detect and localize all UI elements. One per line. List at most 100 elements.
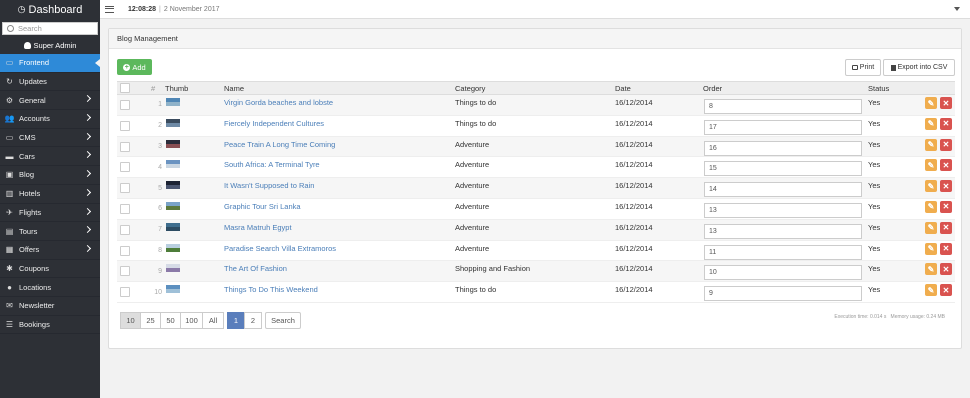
row-name-link[interactable]: Masra Matruh Egypt [224,223,292,232]
delete-icon[interactable]: ✕ [940,97,952,109]
dashboard-link[interactable]: ◷ Dashboard [0,0,100,19]
row-checkbox[interactable] [120,266,130,277]
print-button[interactable]: Print [845,59,881,76]
sidebar-item-accounts[interactable]: 👥 Accounts [0,110,100,129]
page-size-50[interactable]: 50 [160,312,181,329]
header-name[interactable]: Name [224,84,244,93]
row-thumbnail[interactable] [166,222,180,231]
header-order[interactable]: Order [703,84,722,93]
sidebar-search-input[interactable]: Search [2,22,98,35]
row-name-link[interactable]: Things To Do This Weekend [224,285,318,294]
sidebar-item-blog[interactable]: ▣ Blog [0,166,100,185]
delete-icon[interactable]: ✕ [940,284,952,297]
edit-icon[interactable]: ✎ [925,221,937,234]
sidebar-item-cars[interactable]: ▬ Cars [0,147,100,167]
header-category[interactable]: Category [455,84,485,93]
delete-icon[interactable]: ✕ [940,138,952,151]
row-thumbnail[interactable] [166,264,180,273]
row-name-link[interactable]: The Art Of Fashion [224,264,287,273]
search-button[interactable]: Search [265,312,301,329]
sidebar-item-hotels[interactable]: ▥ Hotels [0,185,100,204]
order-input[interactable]: 16 [704,140,862,156]
sidebar-item-tours[interactable]: ▤ Tours [0,222,100,241]
order-input[interactable]: 13 [704,202,862,218]
order-input[interactable]: 9 [704,286,862,302]
row-thumbnail[interactable] [166,139,180,148]
delete-icon[interactable]: ✕ [940,221,952,234]
page-size-100[interactable]: 100 [180,312,203,329]
page-size-all[interactable]: All [202,312,224,329]
row-thumbnail[interactable] [166,285,180,294]
row-checkbox[interactable] [120,203,130,214]
edit-icon[interactable]: ✎ [925,263,937,276]
row-thumbnail[interactable] [166,118,180,127]
page-1[interactable]: 1 [227,312,245,329]
sidebar-item-coupons[interactable]: ✱ Coupons [0,260,100,279]
sidebar-item-cms[interactable]: ▭ CMS [0,129,100,148]
row-name-link[interactable]: Virgin Gorda beaches and lobste [224,98,333,107]
sidebar-item-flights[interactable]: ✈ Flights [0,204,100,223]
row-name-link[interactable]: It Wasn't Supposed to Rain [224,181,314,190]
sidebar-item-locations[interactable]: ● Locations [0,278,100,297]
export-csv-button[interactable]: Export into CSV [883,59,955,76]
edit-icon[interactable]: ✎ [925,117,937,130]
row-checkbox[interactable] [120,141,130,152]
row-name-link[interactable]: South Africa: A Terminal Tyre [224,160,320,169]
page-size-10[interactable]: 10 [120,312,141,329]
row-name-link[interactable]: Peace Train A Long Time Coming [224,140,335,149]
edit-icon[interactable]: ✎ [925,284,937,297]
user-profile[interactable]: Super Admin [0,36,100,54]
sidebar-item-bookings[interactable]: ☰ Bookings [0,316,100,335]
row-checkbox[interactable] [120,245,130,256]
row-thumbnail[interactable] [166,160,180,169]
page-size-25[interactable]: 25 [140,312,161,329]
order-input[interactable]: 8 [704,99,862,114]
row-name-link[interactable]: Paradise Search Villa Extramoros [224,244,336,253]
order-input[interactable]: 17 [704,119,862,135]
sidebar-item-label: Tours [19,226,38,236]
order-input[interactable]: 10 [704,265,862,281]
row-checkbox[interactable] [120,162,130,173]
delete-icon[interactable]: ✕ [940,159,952,172]
sidebar-item-label: Offers [19,245,40,255]
select-all-checkbox[interactable] [120,83,130,93]
edit-icon[interactable]: ✎ [925,180,937,193]
row-name-link[interactable]: Graphic Tour Sri Lanka [224,202,301,211]
order-input[interactable]: 14 [704,182,862,198]
order-input[interactable]: 13 [704,223,862,239]
edit-icon[interactable]: ✎ [925,138,937,151]
sidebar-item-updates[interactable]: ↻ Updates [0,73,100,92]
chevron-down-icon[interactable] [954,7,960,11]
row-thumbnail[interactable] [166,243,180,252]
row-checkbox[interactable] [120,183,130,194]
order-input[interactable]: 15 [704,161,862,177]
row-thumbnail[interactable] [166,98,180,106]
row-checkbox[interactable] [120,100,130,110]
delete-icon[interactable]: ✕ [940,263,952,276]
edit-icon[interactable]: ✎ [925,159,937,172]
refresh-icon: ↻ [6,77,13,87]
page-2[interactable]: 2 [244,312,262,329]
row-thumbnail[interactable] [166,201,180,210]
sidebar-item-frontend[interactable]: ▭ Frontend [0,54,100,73]
sidebar-item-general[interactable]: ⚙ General [0,91,100,111]
header-status[interactable]: Status [868,84,889,93]
add-button[interactable]: + Add [117,59,152,75]
order-input[interactable]: 11 [704,244,862,260]
row-checkbox[interactable] [120,120,130,131]
row-checkbox[interactable] [120,287,130,298]
row-name-link[interactable]: Fiercely Independent Cultures [224,119,324,128]
delete-icon[interactable]: ✕ [940,200,952,213]
menu-toggle-icon[interactable] [105,5,114,13]
sidebar-item-offers[interactable]: ▦ Offers [0,241,100,260]
edit-icon[interactable]: ✎ [925,200,937,213]
sidebar-item-newsletter[interactable]: ✉ Newsletter [0,297,100,316]
row-checkbox[interactable] [120,224,130,235]
delete-icon[interactable]: ✕ [940,180,952,193]
delete-icon[interactable]: ✕ [940,242,952,255]
row-thumbnail[interactable] [166,181,180,190]
delete-icon[interactable]: ✕ [940,117,952,130]
edit-icon[interactable]: ✎ [925,97,937,109]
edit-icon[interactable]: ✎ [925,242,937,255]
header-date[interactable]: Date [615,84,631,93]
